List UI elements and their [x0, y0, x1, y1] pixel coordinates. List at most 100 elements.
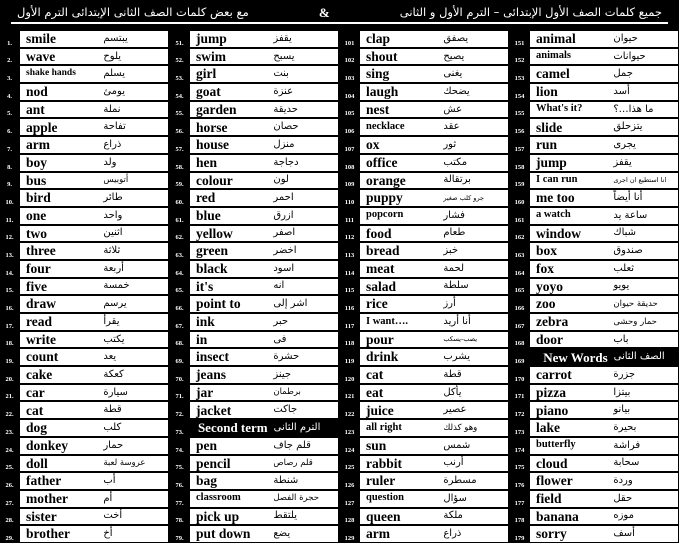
word-row[interactable]: 53. girl بنت	[170, 65, 339, 84]
word-row[interactable]: 179 sorry أسف	[510, 525, 679, 543]
word-row[interactable]: 115 salad سلطة	[340, 277, 509, 296]
word-row[interactable]: 176 flower وردة	[510, 472, 679, 490]
word-row[interactable]: 105 nest عش	[340, 100, 509, 119]
word-row[interactable]: 175 cloud سحابة	[510, 454, 679, 473]
word-row[interactable]: 69. insect حشرة	[170, 348, 339, 367]
word-row[interactable]: 127 question سؤال	[340, 489, 509, 508]
word-row[interactable]: 122 juice عصير	[340, 401, 509, 420]
word-row[interactable]: 9. bus أتوبيس	[0, 171, 169, 190]
word-row[interactable]: 12. two اثنين	[0, 224, 169, 243]
word-row[interactable]: 24. donkey حمار	[0, 436, 169, 455]
word-row[interactable]: 15. five خمسة	[0, 277, 169, 296]
word-row[interactable]: 162 window شباك	[510, 224, 679, 243]
word-row[interactable]: 165 yoyo يويو	[510, 277, 679, 296]
word-row[interactable]: 151 animal حيوان	[510, 30, 679, 48]
word-row[interactable]: 61. blue ازرق	[170, 206, 339, 225]
word-row[interactable]: 52. swim يسبح	[170, 47, 339, 66]
word-row[interactable]: 7. arm ذراع	[0, 136, 169, 154]
word-row[interactable]: 67. ink حبر	[170, 313, 339, 331]
word-row[interactable]: 14. four أربعة	[0, 259, 169, 278]
word-row[interactable]: 174 butterfly فراشة	[510, 436, 679, 455]
word-row[interactable]: 156 slide يتزحلق	[510, 118, 679, 137]
word-row[interactable]: 51. jump يقفز	[170, 30, 339, 48]
word-row[interactable]: 154 lion أسد	[510, 83, 679, 101]
word-row[interactable]: 5. ant نملة	[0, 100, 169, 119]
word-row[interactable]: 20. cake كعكة	[0, 366, 169, 384]
word-row[interactable]: 3. shake hands يسلم	[0, 65, 169, 84]
word-row[interactable]: 17. read يقرأ	[0, 313, 169, 331]
word-row[interactable]: 1. smile يبتسم	[0, 30, 169, 48]
word-row[interactable]: 62. yellow اصفر	[170, 224, 339, 243]
word-row[interactable]: 110 puppy جرو كلب صغير	[340, 189, 509, 207]
word-row[interactable]: 79. put down يضع	[170, 525, 339, 543]
word-row[interactable]: 74. pen قلم جاف	[170, 436, 339, 455]
word-row[interactable]: 18. write يكتب	[0, 330, 169, 349]
word-row[interactable]: 103 sing يغنى	[340, 65, 509, 84]
word-row[interactable]: 178 banana موزه	[510, 507, 679, 526]
word-row[interactable]: 56. horse حصان	[170, 118, 339, 137]
word-row[interactable]: 78. pick up يلتقط	[170, 507, 339, 526]
word-row[interactable]: 129 arm ذراع	[340, 525, 509, 543]
word-row[interactable]: 155 What's it? ما هذا…؟	[510, 100, 679, 119]
word-row[interactable]: 70. jeans جينز	[170, 366, 339, 384]
word-row[interactable]: 116 rice أرز	[340, 295, 509, 313]
word-row[interactable]: 104 laugh يضحك	[340, 83, 509, 101]
word-row[interactable]: 54. goat عنزة	[170, 83, 339, 101]
word-row[interactable]: 63. green اخضر	[170, 242, 339, 260]
word-row[interactable]: 120 cat قطة	[340, 366, 509, 384]
word-row[interactable]: 27. mother أم	[0, 489, 169, 508]
word-row[interactable]: 19. count يعد	[0, 348, 169, 367]
word-row[interactable]: 119 drink يشرب	[340, 348, 509, 367]
word-row[interactable]: 22. cat قطة	[0, 401, 169, 420]
word-row[interactable]: 157 run يجرى	[510, 136, 679, 154]
word-row[interactable]: 168 door باب	[510, 330, 679, 349]
word-row[interactable]: 11. one واحد	[0, 206, 169, 225]
word-row[interactable]: 2. wave يلوح	[0, 47, 169, 66]
word-row[interactable]: 167 zebra حمار وحشى	[510, 313, 679, 331]
word-row[interactable]: 177 field حقل	[510, 489, 679, 508]
word-row[interactable]: 160 me too أنا أيضاً	[510, 189, 679, 207]
word-row[interactable]: 153 camel جمل	[510, 65, 679, 84]
word-row[interactable]: 172 piano بيانو	[510, 401, 679, 420]
word-row[interactable]: 171 pizza بيتزا	[510, 383, 679, 402]
word-row[interactable]: 66. point to اشر إلى	[170, 295, 339, 313]
word-row[interactable]: 26. father أب	[0, 472, 169, 490]
word-row[interactable]: 158 jump يقفز	[510, 153, 679, 172]
word-row[interactable]: 170 carrot جزرة	[510, 366, 679, 384]
word-row[interactable]: 4. nod يومئ	[0, 83, 169, 101]
word-row[interactable]: 29. brother أخ	[0, 525, 169, 543]
word-row[interactable]: 101 clap يصفق	[340, 30, 509, 48]
word-row[interactable]: 60. red احمر	[170, 189, 339, 207]
word-row[interactable]: 68. in فى	[170, 330, 339, 349]
word-row[interactable]: 125 rabbit أرنب	[340, 454, 509, 473]
word-row[interactable]: 118 pour يصب-يسكب	[340, 330, 509, 349]
word-row[interactable]: 72. jacket جاكت	[170, 401, 339, 420]
word-row[interactable]: 28. sister أخت	[0, 507, 169, 526]
word-row[interactable]: 163 box صندوق	[510, 242, 679, 260]
word-row[interactable]: 108 office مكتب	[340, 153, 509, 172]
word-row[interactable]: 152 animals حيوانات	[510, 47, 679, 66]
word-row[interactable]: 10. bird طائر	[0, 189, 169, 207]
word-row[interactable]: 58. hen دجاجة	[170, 153, 339, 172]
word-row[interactable]: 124 sun شمس	[340, 436, 509, 455]
word-row[interactable]: 121 eat يأكل	[340, 383, 509, 402]
word-row[interactable]: 161 a watch ساعة يد	[510, 206, 679, 225]
word-row[interactable]: 8. boy ولد	[0, 153, 169, 172]
word-row[interactable]: 166 zoo حديقة حيوان	[510, 295, 679, 313]
word-row[interactable]: 75. pencil قلم رصاص	[170, 454, 339, 473]
word-row[interactable]: 23. dog كلب	[0, 419, 169, 437]
word-row[interactable]: 111 popcorn فشار	[340, 206, 509, 225]
word-row[interactable]: 71. jar برطمان	[170, 383, 339, 402]
word-row[interactable]: 57. house منزل	[170, 136, 339, 154]
word-row[interactable]: 77. classroom حجرة الفصل	[170, 489, 339, 508]
word-row[interactable]: 107 ox ثور	[340, 136, 509, 154]
word-row[interactable]: 102 shout يصيح	[340, 47, 509, 66]
word-row[interactable]: 113 bread خبز	[340, 242, 509, 260]
section-header-row[interactable]: 169 New Words الصف الثانى	[510, 348, 679, 367]
word-row[interactable]: 159 I can run انا استطيع ان اجرى	[510, 171, 679, 190]
word-row[interactable]: 109 orange برتقالة	[340, 171, 509, 190]
word-row[interactable]: 76. bag شنطة	[170, 472, 339, 490]
word-row[interactable]: 173 lake بحيرة	[510, 419, 679, 437]
word-row[interactable]: 106 necklace عقد	[340, 118, 509, 137]
word-row[interactable]: 164 fox ثعلب	[510, 259, 679, 278]
